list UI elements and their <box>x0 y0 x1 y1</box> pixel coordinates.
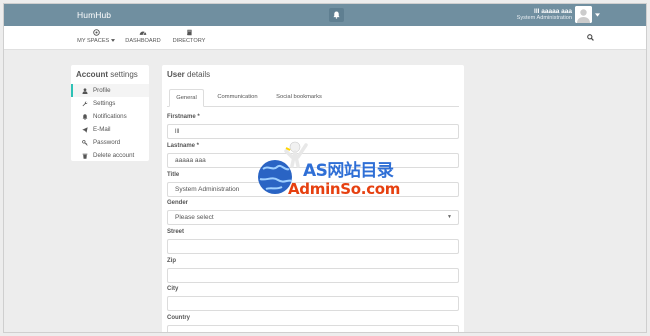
street-field[interactable] <box>167 239 459 254</box>
search-icon[interactable] <box>587 34 594 41</box>
account-settings-panel: Account settings Profile Settings Notifi… <box>71 65 149 161</box>
top-bar: HumHub lll aaaaa aaa System Administrati… <box>4 4 646 26</box>
user-icon <box>82 87 88 94</box>
title-label: Title <box>167 172 180 178</box>
browser-frame: HumHub lll aaaaa aaa System Administrati… <box>3 3 647 333</box>
tab-general[interactable]: General <box>169 89 204 107</box>
panel-title: Account settings <box>76 70 138 79</box>
bell-icon <box>82 113 88 120</box>
nav-directory[interactable]: DIRECTORY <box>171 29 207 44</box>
avatar[interactable] <box>575 6 592 23</box>
menu-item-email[interactable]: E-Mail <box>71 123 149 136</box>
trash-icon <box>82 153 88 159</box>
wrench-icon <box>82 101 88 106</box>
nav-my-spaces-label: MY SPACES <box>77 38 110 44</box>
menu-item-settings[interactable]: Settings <box>71 97 149 110</box>
zip-label: Zip <box>167 258 176 264</box>
lastname-label: Lastname * <box>167 143 200 149</box>
account-menu: Profile Settings Notifications E-Mail Pa… <box>71 84 149 162</box>
menu-item-profile[interactable]: Profile <box>71 84 149 97</box>
user-role: System Administration <box>516 15 572 21</box>
tab-social-bookmarks[interactable]: Social bookmarks <box>268 89 330 107</box>
country-field[interactable] <box>167 325 459 332</box>
gender-label: Gender <box>167 200 189 206</box>
main-nav: MY SPACES DASHBOARD DIRECTORY <box>4 26 646 50</box>
nav-directory-label: DIRECTORY <box>172 38 206 44</box>
street-label: Street <box>167 229 185 235</box>
gender-select[interactable]: Please select ▼ <box>167 210 459 225</box>
chevron-down-icon: ▼ <box>447 214 452 220</box>
user-name: lll aaaaa aaa <box>534 8 572 15</box>
nav-dashboard-label: DASHBOARD <box>125 38 161 44</box>
bell-icon <box>333 11 340 19</box>
zip-field[interactable] <box>167 268 459 283</box>
firstname-label: Firstname * <box>167 114 200 120</box>
notifications-button[interactable] <box>329 8 344 22</box>
chevron-down-icon[interactable] <box>595 13 600 17</box>
watermark: AS网站目录 AdminSo.com <box>251 137 421 207</box>
city-label: City <box>167 286 179 292</box>
key-icon <box>82 139 88 146</box>
menu-item-delete-account[interactable]: Delete account <box>71 149 149 162</box>
nav-dashboard[interactable]: DASHBOARD <box>124 29 162 44</box>
watermark-line2: AdminSo.com <box>288 180 401 198</box>
nav-my-spaces[interactable]: MY SPACES <box>76 29 116 44</box>
menu-item-notifications[interactable]: Notifications <box>71 110 149 123</box>
menu-item-password[interactable]: Password <box>71 136 149 149</box>
paper-plane-icon <box>82 126 88 133</box>
details-tabs: General Communication Social bookmarks <box>167 89 459 107</box>
user-menu[interactable]: lll aaaaa aaa System Administration <box>517 8 572 22</box>
city-field[interactable] <box>167 296 459 311</box>
page-title: User details <box>167 70 211 79</box>
brand-logo[interactable]: HumHub <box>77 10 111 20</box>
book-icon <box>171 29 207 38</box>
dashboard-icon <box>124 29 162 38</box>
tab-communication[interactable]: Communication <box>209 89 266 107</box>
chevron-down-icon <box>110 39 115 42</box>
spaces-icon <box>76 29 116 38</box>
watermark-line1: AS网站目录 <box>303 161 394 181</box>
gender-select-value: Please select <box>175 214 214 221</box>
country-label: Country <box>167 315 190 321</box>
